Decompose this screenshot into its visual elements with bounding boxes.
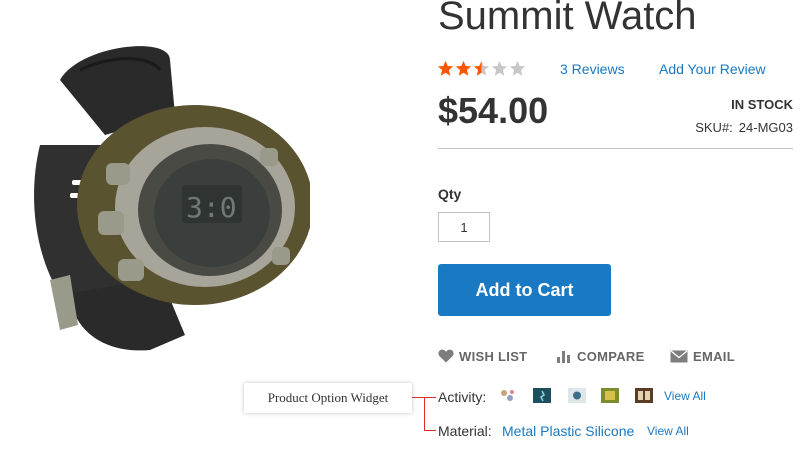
sku-label: SKU#: (695, 120, 733, 135)
product-image[interactable]: 3:0 (10, 25, 313, 370)
activity-label: Activity: (438, 389, 487, 405)
widget-tooltip: Product Option Widget (244, 383, 412, 413)
activity-swatch-icon[interactable] (568, 388, 586, 403)
wishlist-link[interactable]: WISH LIST (438, 347, 527, 365)
product-price: $54.00 (438, 90, 549, 131)
stock-status: IN STOCK (731, 97, 793, 112)
qty-input[interactable] (438, 212, 490, 242)
svg-text:3:0: 3:0 (186, 191, 237, 224)
rating-stars (437, 60, 526, 80)
envelope-icon (670, 349, 688, 362)
compare-label: COMPARE (577, 348, 645, 364)
add-review-link[interactable]: Add Your Review (659, 61, 766, 77)
wishlist-label: WISH LIST (459, 348, 528, 364)
email-label: EMAIL (693, 348, 735, 364)
activity-view-all-link[interactable]: View All (664, 389, 706, 403)
email-link[interactable]: EMAIL (670, 347, 735, 365)
activity-swatch-icon[interactable] (499, 388, 517, 403)
star-icon (491, 60, 508, 76)
compare-link[interactable]: COMPARE (556, 347, 645, 365)
activity-swatch-icon[interactable] (601, 388, 619, 403)
bracket-line (424, 397, 425, 431)
heart-icon (438, 349, 454, 363)
product-title: Summit Watch (438, 0, 697, 38)
bracket-line (424, 430, 436, 431)
activity-swatch-icon[interactable] (635, 388, 653, 403)
star-icon (509, 60, 526, 76)
bar-chart-icon (557, 351, 570, 363)
sku-value: 24-MG03 (738, 120, 793, 135)
activity-swatch-icon[interactable] (533, 388, 551, 403)
material-label: Material: (438, 423, 492, 439)
material-view-all-link[interactable]: View All (647, 424, 689, 438)
star-icon (437, 60, 454, 76)
sku: SKU#: 24-MG03 (640, 120, 793, 135)
star-icon (455, 60, 472, 76)
reviews-link[interactable]: 3 Reviews (560, 61, 625, 77)
add-to-cart-button[interactable]: Add to Cart (438, 264, 611, 316)
divider (438, 148, 793, 149)
qty-label: Qty (438, 186, 462, 202)
star-icon (473, 60, 490, 76)
material-values[interactable]: Metal Plastic Silicone (502, 423, 634, 439)
